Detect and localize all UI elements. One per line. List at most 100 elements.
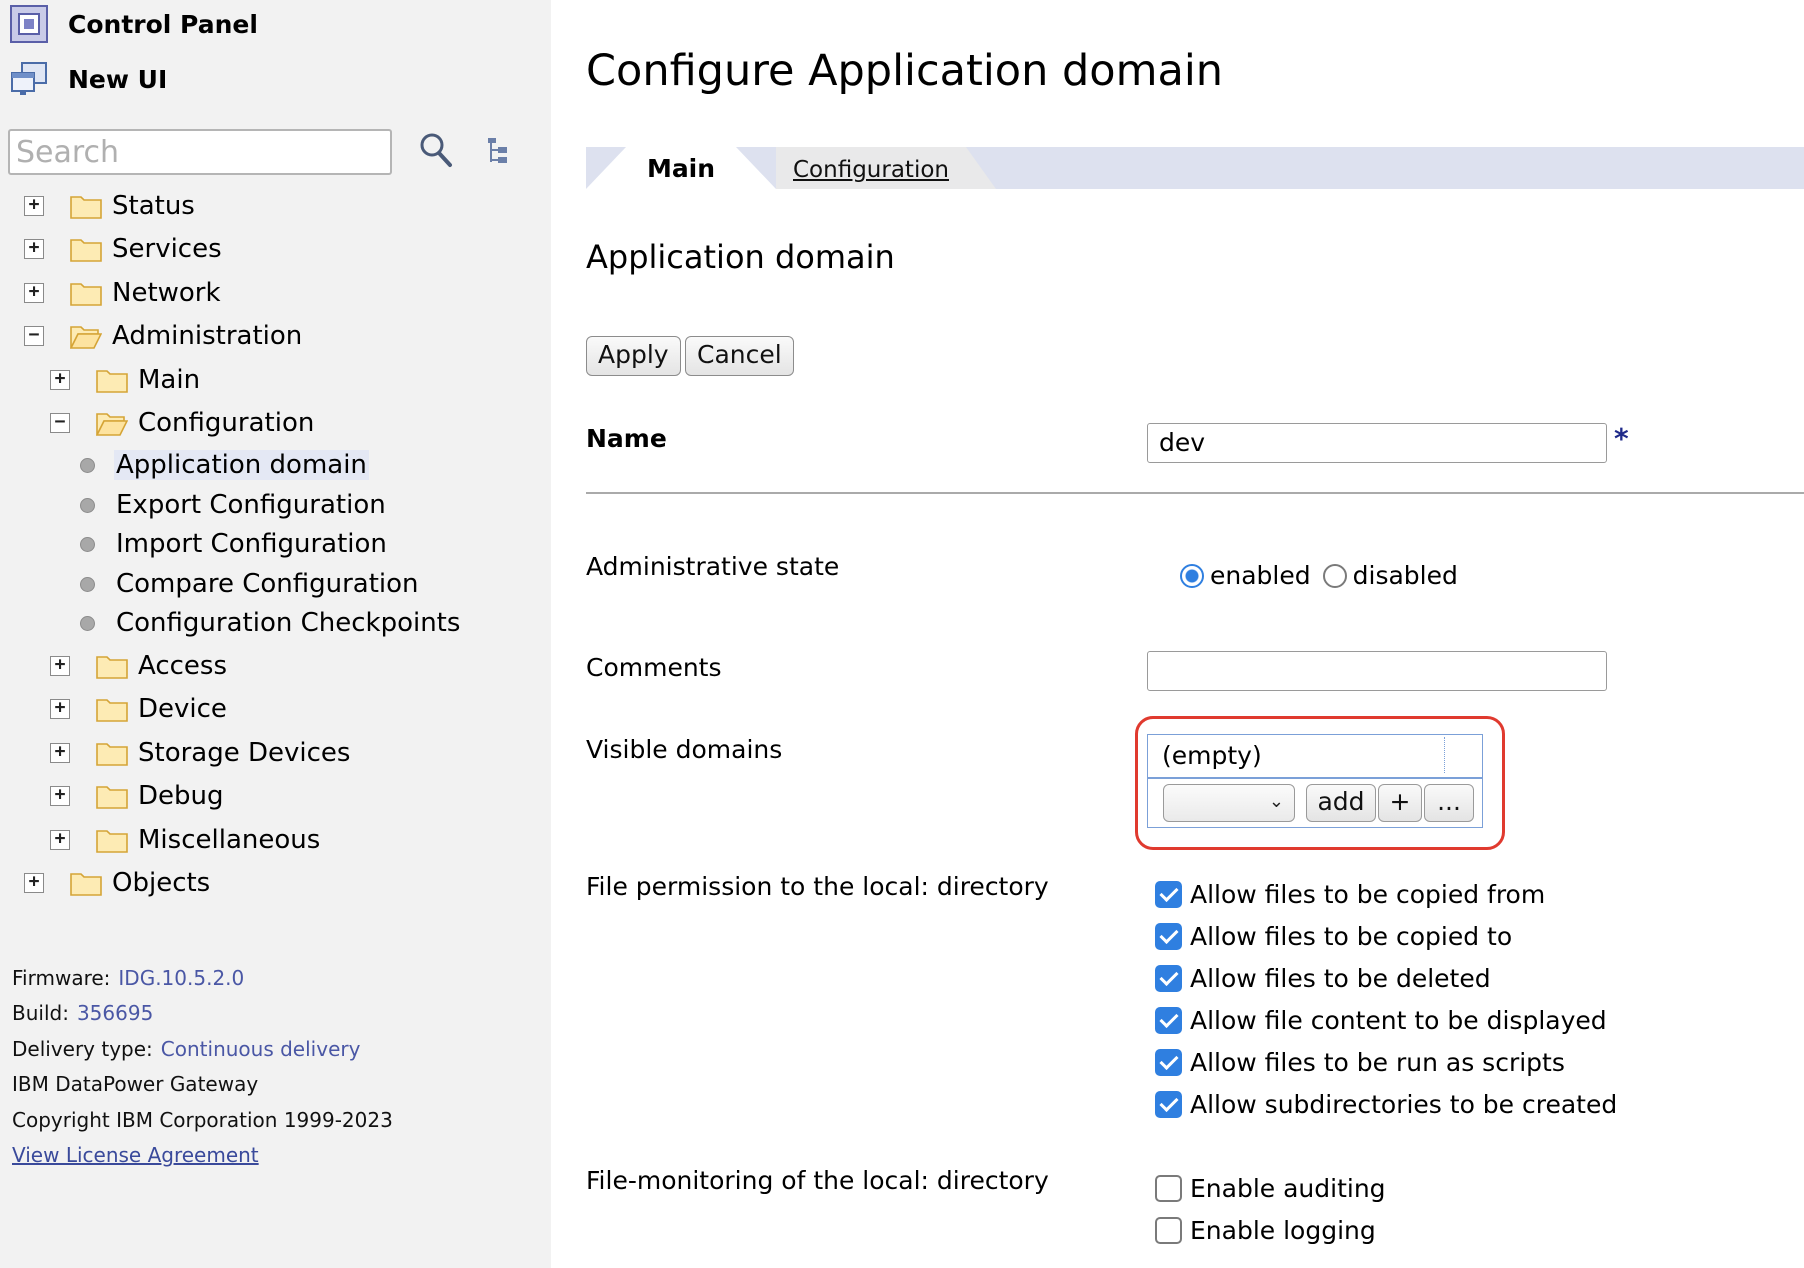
tree-leaf-export-configuration[interactable]: Export Configuration	[80, 487, 388, 523]
checkbox-label: Allow files to be deleted	[1190, 963, 1491, 993]
tree-item-configuration[interactable]: − Configuration	[50, 403, 314, 443]
checkbox-row[interactable]: Enable logging	[1155, 1213, 1376, 1247]
folder-icon	[96, 743, 128, 766]
tree-item-storage-devices[interactable]: + Storage Devices	[50, 733, 350, 773]
tree-leaf-application-domain[interactable]: Application domain	[80, 447, 369, 483]
expand-icon[interactable]: +	[50, 743, 70, 763]
column-separator	[1444, 737, 1446, 773]
comments-label: Comments	[586, 653, 722, 682]
plus-button[interactable]: +	[1378, 784, 1422, 822]
checkbox-checked[interactable]	[1155, 964, 1182, 992]
bullet-icon	[80, 497, 95, 513]
tree-item-debug[interactable]: + Debug	[50, 776, 224, 816]
tree-item-label: Device	[138, 694, 227, 724]
tree-item-label: Main	[138, 365, 201, 395]
checkbox-label: Allow subdirectories to be created	[1190, 1089, 1618, 1119]
expand-icon[interactable]: +	[24, 239, 44, 259]
tree-item-label: Status	[112, 191, 195, 221]
tree-item-network[interactable]: + Network	[24, 273, 221, 313]
expand-icon[interactable]: +	[24, 873, 44, 893]
collapse-icon[interactable]: −	[50, 413, 70, 433]
tree-item-administration[interactable]: − Administration	[24, 316, 302, 356]
tree-item-label: Configuration	[138, 408, 315, 438]
more-button[interactable]: ...	[1424, 784, 1474, 822]
checkbox-row[interactable]: Allow files to be run as scripts	[1155, 1045, 1565, 1079]
bullet-icon	[80, 457, 95, 473]
tree-item-objects[interactable]: + Objects	[24, 863, 210, 903]
tree-leaf-configuration-checkpoints[interactable]: Configuration Checkpoints	[80, 605, 462, 641]
visible-domains-empty: (empty)	[1162, 741, 1262, 770]
checkbox-checked[interactable]	[1155, 1090, 1182, 1118]
expand-icon[interactable]: +	[24, 196, 44, 216]
expand-icon[interactable]: +	[24, 283, 44, 303]
folder-icon	[96, 656, 128, 679]
checkbox-row[interactable]: Allow subdirectories to be created	[1155, 1087, 1617, 1121]
checkbox-unchecked[interactable]	[1155, 1216, 1182, 1244]
tree-item-services[interactable]: + Services	[24, 229, 222, 269]
collapse-icon[interactable]: −	[24, 326, 44, 346]
tree-item-label: Miscellaneous	[138, 825, 321, 855]
checkbox-checked[interactable]	[1155, 1006, 1182, 1034]
tree-item-status[interactable]: + Status	[24, 186, 195, 226]
checkbox-row[interactable]: Allow file content to be displayed	[1155, 1003, 1607, 1037]
checkbox-checked[interactable]	[1155, 922, 1182, 950]
checkbox-checked[interactable]	[1155, 1048, 1182, 1076]
radio-disabled[interactable]	[1322, 563, 1347, 588]
tree-leaf-import-configuration[interactable]: Import Configuration	[80, 526, 389, 562]
new-ui-link[interactable]: New UI	[10, 60, 167, 98]
checkbox-row[interactable]: Allow files to be copied to	[1155, 919, 1512, 953]
main-content: Configure Application domain Main Config…	[586, 0, 1804, 1268]
tree-item-device[interactable]: + Device	[50, 689, 227, 729]
radio-enabled[interactable]	[1180, 563, 1204, 588]
tree-item-miscellaneous[interactable]: + Miscellaneous	[50, 820, 320, 860]
tree-view-icon[interactable]	[486, 136, 510, 166]
folder-icon	[96, 699, 128, 722]
tree-item-main[interactable]: + Main	[50, 360, 200, 400]
visible-domains-list: (empty) ⌄ add + ...	[1147, 734, 1483, 828]
tab-main[interactable]: Main	[586, 147, 776, 189]
tree-item-label: Services	[112, 234, 222, 264]
delivery-value: Continuous delivery	[160, 1037, 361, 1061]
build-info: Build: 356695	[12, 1001, 153, 1025]
control-panel-link[interactable]: Control Panel	[10, 5, 258, 43]
control-panel-label: Control Panel	[68, 9, 258, 39]
expand-icon[interactable]: +	[50, 830, 70, 850]
add-domain-button[interactable]: add	[1306, 784, 1376, 822]
tree-leaf-compare-configuration[interactable]: Compare Configuration	[80, 566, 421, 602]
checkbox-label: Allow files to be run as scripts	[1190, 1047, 1565, 1077]
expand-icon[interactable]: +	[50, 370, 70, 390]
name-input[interactable]: dev	[1147, 423, 1607, 463]
visible-domains-label: Visible domains	[586, 735, 783, 764]
file-permission-label: File permission to the local: directory	[586, 872, 1049, 901]
checkbox-checked[interactable]	[1155, 880, 1182, 908]
tree-leaf-label: Application domain	[114, 450, 369, 480]
cancel-button[interactable]: Cancel	[685, 336, 794, 376]
checkbox-row[interactable]: Enable auditing	[1155, 1171, 1386, 1205]
navigation-sidebar: Control Panel New UI + Status + Services	[0, 0, 551, 1268]
tree-item-label: Debug	[138, 781, 224, 811]
folder-icon	[70, 873, 102, 896]
checkbox-label: Allow files to be copied to	[1190, 921, 1513, 951]
expand-icon[interactable]: +	[50, 699, 70, 719]
apply-button[interactable]: Apply	[586, 336, 681, 376]
checkbox-row[interactable]: Allow files to be copied from	[1155, 877, 1545, 911]
view-license-link[interactable]: View License Agreement	[12, 1143, 259, 1167]
checkbox-row[interactable]: Allow files to be deleted	[1155, 961, 1491, 995]
folder-icon	[96, 830, 128, 853]
checkbox-unchecked[interactable]	[1155, 1174, 1182, 1202]
tree-item-access[interactable]: + Access	[50, 646, 227, 686]
bullet-icon	[80, 536, 95, 552]
search-input[interactable]	[8, 129, 392, 175]
tree-leaf-label: Export Configuration	[116, 490, 386, 520]
expand-icon[interactable]: +	[50, 786, 70, 806]
tree-item-label: Storage Devices	[138, 738, 351, 768]
row-separator	[1148, 777, 1482, 779]
tab-configuration[interactable]: Configuration	[776, 147, 996, 189]
delivery-info: Delivery type: Continuous delivery	[12, 1037, 360, 1061]
open-folder-icon	[70, 326, 102, 349]
search-icon[interactable]	[418, 131, 454, 169]
comments-input[interactable]	[1147, 651, 1607, 691]
visible-domain-select[interactable]: ⌄	[1163, 784, 1295, 822]
checkbox-label: Enable auditing	[1190, 1173, 1386, 1203]
expand-icon[interactable]: +	[50, 656, 70, 676]
